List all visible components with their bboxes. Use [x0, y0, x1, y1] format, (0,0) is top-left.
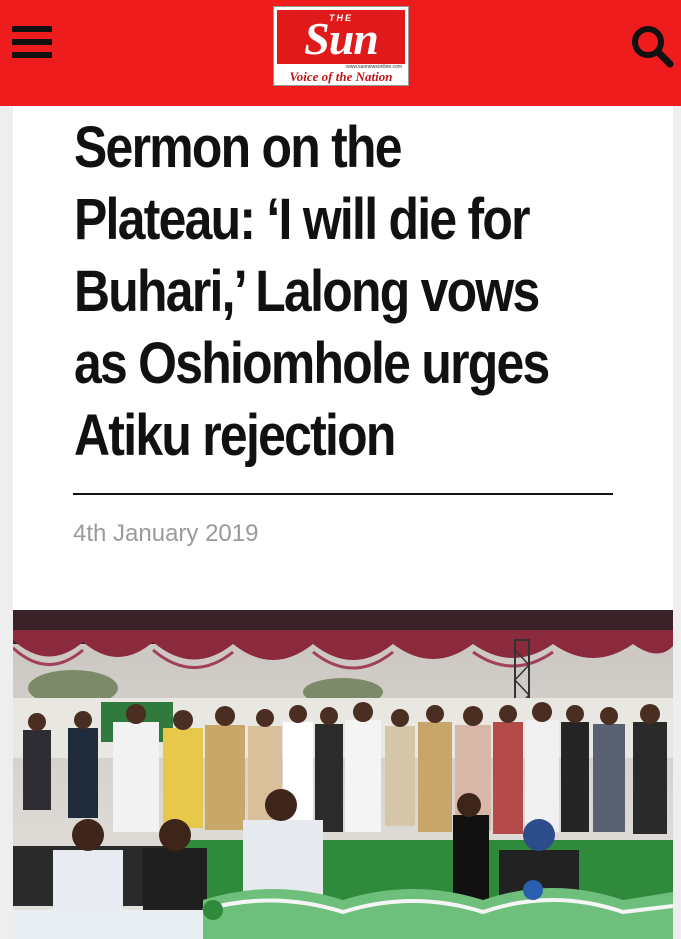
logo-tagline: Voice of the Nation	[289, 69, 393, 84]
search-icon[interactable]	[628, 22, 676, 70]
article-title: Sermon on the Plateau: ‘I will die for B…	[74, 115, 550, 468]
site-header: Sun THE www.sunnewsonline.com Voice of t…	[0, 0, 681, 106]
logo-the: THE	[329, 13, 353, 23]
title-divider	[73, 493, 613, 495]
article-date: 4th January 2019	[73, 520, 259, 547]
article-card: Sermon on the Plateau: ‘I will die for B…	[13, 106, 673, 939]
hamburger-menu-icon[interactable]	[12, 26, 52, 58]
logo-red-block: Sun THE	[277, 10, 405, 64]
rally-stage-photo[interactable]	[13, 610, 673, 939]
site-logo[interactable]: Sun THE www.sunnewsonline.com Voice of t…	[273, 6, 409, 86]
